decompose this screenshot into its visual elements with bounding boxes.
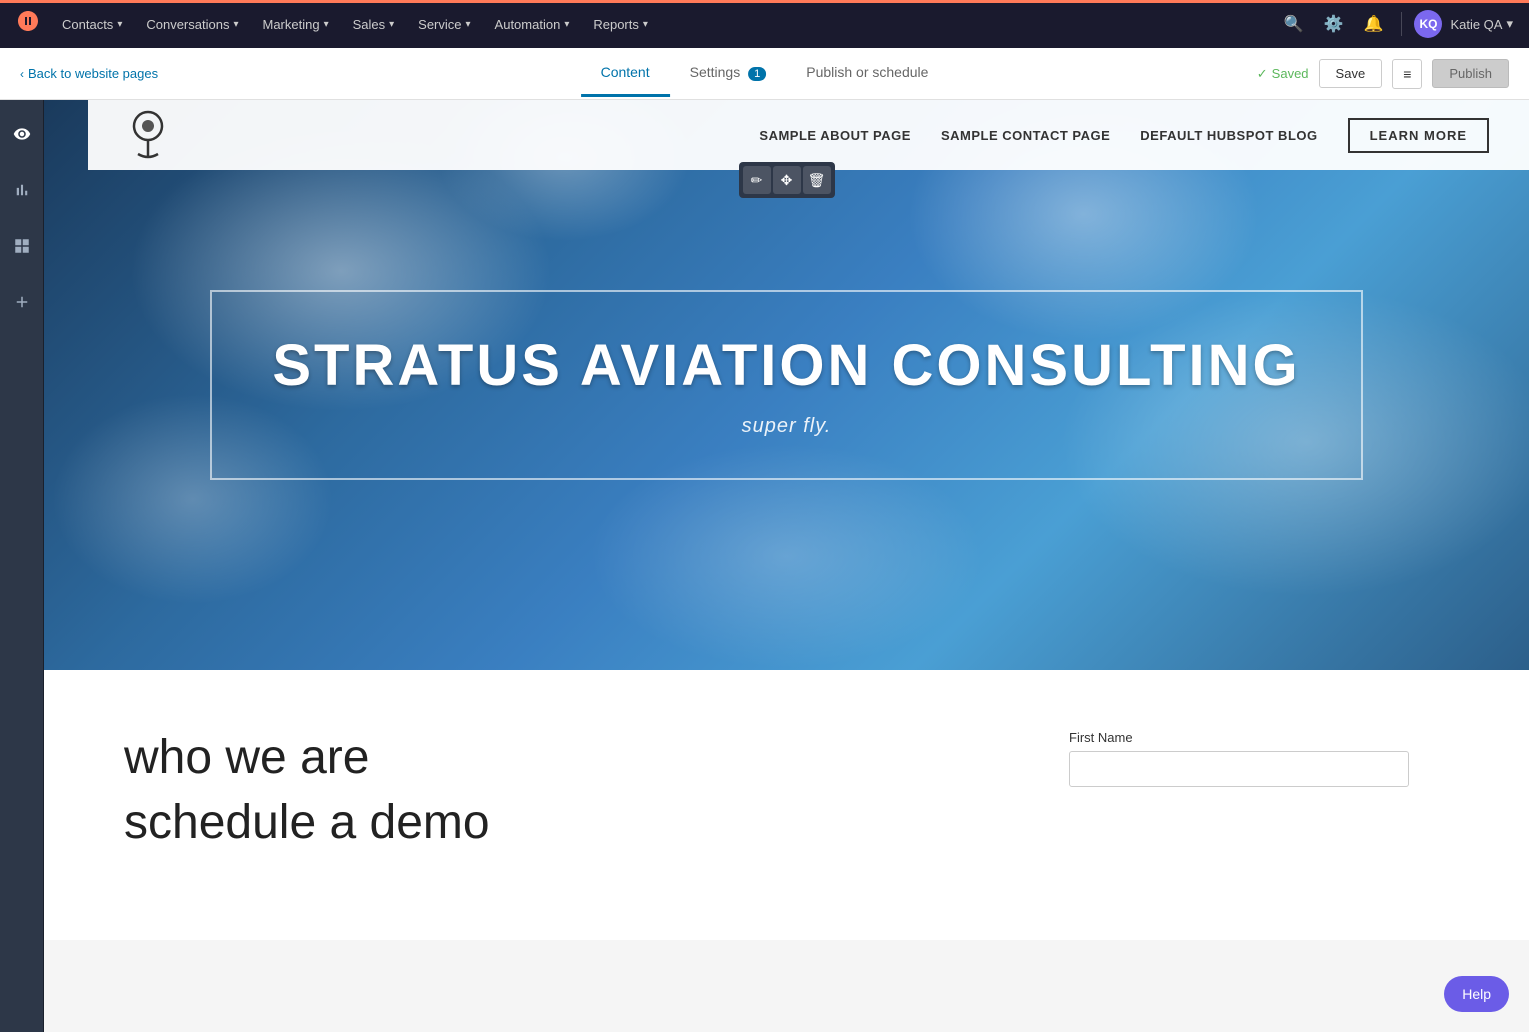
back-to-pages-link[interactable]: ‹ Back to website pages (20, 66, 158, 81)
first-name-label: First Name (1069, 730, 1449, 745)
nav-about-link[interactable]: SAMPLE ABOUT PAGE (759, 128, 911, 143)
nav-learn-more-button[interactable]: LEARN MORE (1348, 118, 1489, 153)
tab-publish[interactable]: Publish or schedule (786, 50, 948, 97)
saved-indicator: ✓ Saved (1257, 66, 1309, 82)
nav-reports[interactable]: Reports▾ (583, 11, 658, 38)
below-hero-section: who we are schedule a demo First Name (44, 670, 1529, 940)
settings-badge: 1 (748, 67, 766, 81)
publish-button[interactable]: Publish (1432, 59, 1509, 88)
more-options-button[interactable]: ≡ (1392, 59, 1422, 89)
floating-toolbar: ✏ ✥ 🗑 (739, 162, 835, 198)
back-arrow-icon: ‹ (20, 67, 24, 81)
main-layout: ✏ ✥ 🗑 SAMPLE ABOUT PAGE SAMPLE CONTACT P… (0, 100, 1529, 1032)
nav-conversations[interactable]: Conversations▾ (136, 11, 248, 38)
notifications-button[interactable]: 🔔 (1358, 8, 1390, 40)
toolbar-move-btn[interactable]: ✥ (773, 166, 801, 194)
schedule-demo-heading: schedule a demo (124, 795, 989, 850)
nav-sales[interactable]: Sales▾ (343, 11, 405, 38)
nav-service[interactable]: Service▾ (408, 11, 480, 38)
editor-actions: ✓ Saved Save ≡ Publish (1257, 59, 1509, 89)
tab-settings[interactable]: Settings 1 (670, 50, 787, 97)
website-logo (128, 110, 168, 160)
search-button[interactable]: 🔍 (1278, 8, 1310, 40)
sidebar-modules-icon[interactable] (4, 228, 40, 264)
nav-contact-link[interactable]: SAMPLE CONTACT PAGE (941, 128, 1110, 143)
save-button[interactable]: Save (1319, 59, 1383, 88)
below-content: who we are schedule a demo First Name (124, 730, 1449, 880)
checkmark-icon: ✓ (1257, 66, 1268, 82)
logo-icon (128, 110, 168, 160)
right-column: First Name (1069, 730, 1449, 880)
editor-tabs: Content Settings 1 Publish or schedule (581, 50, 949, 97)
avatar: KQ (1414, 10, 1442, 38)
hero-title: STRATUS AVIATION CONSULTING (272, 332, 1300, 399)
page-content-area: ✏ ✥ 🗑 SAMPLE ABOUT PAGE SAMPLE CONTACT P… (44, 100, 1529, 1032)
nav-blog-link[interactable]: DEFAULT HUBSPOT BLOG (1140, 128, 1317, 143)
toolbar-delete-btn[interactable]: 🗑 (803, 166, 831, 194)
help-button[interactable]: Help (1444, 976, 1509, 1012)
top-navigation: Contacts▾ Conversations▾ Marketing▾ Sale… (0, 0, 1529, 48)
sidebar-chart-icon[interactable] (4, 172, 40, 208)
first-name-input[interactable] (1069, 751, 1409, 787)
nav-marketing[interactable]: Marketing▾ (252, 11, 338, 38)
who-we-are-heading: who we are (124, 730, 989, 785)
nav-contacts[interactable]: Contacts▾ (52, 11, 132, 38)
nav-divider (1401, 12, 1402, 36)
tab-content[interactable]: Content (581, 50, 670, 97)
sidebar-add-icon[interactable] (4, 284, 40, 320)
toolbar-edit-btn[interactable]: ✏ (743, 166, 771, 194)
hero-subtitle: super fly. (272, 415, 1300, 438)
editor-toolbar: ‹ Back to website pages Content Settings… (0, 48, 1529, 100)
website-nav-links: SAMPLE ABOUT PAGE SAMPLE CONTACT PAGE DE… (759, 118, 1489, 153)
nav-automation[interactable]: Automation▾ (485, 11, 580, 38)
nav-right-section: 🔍 ⚙️ 🔔 KQ Katie QA ▾ (1278, 8, 1513, 40)
left-column: who we are schedule a demo (124, 730, 989, 880)
hero-content-box[interactable]: STRATUS AVIATION CONSULTING super fly. (210, 290, 1362, 480)
settings-button[interactable]: ⚙️ (1318, 8, 1350, 40)
hubspot-logo[interactable] (16, 9, 40, 39)
user-name[interactable]: Katie QA ▾ (1450, 16, 1513, 32)
website-navigation: SAMPLE ABOUT PAGE SAMPLE CONTACT PAGE DE… (88, 100, 1529, 170)
sidebar-eye-icon[interactable] (4, 116, 40, 152)
left-sidebar (0, 100, 44, 1032)
